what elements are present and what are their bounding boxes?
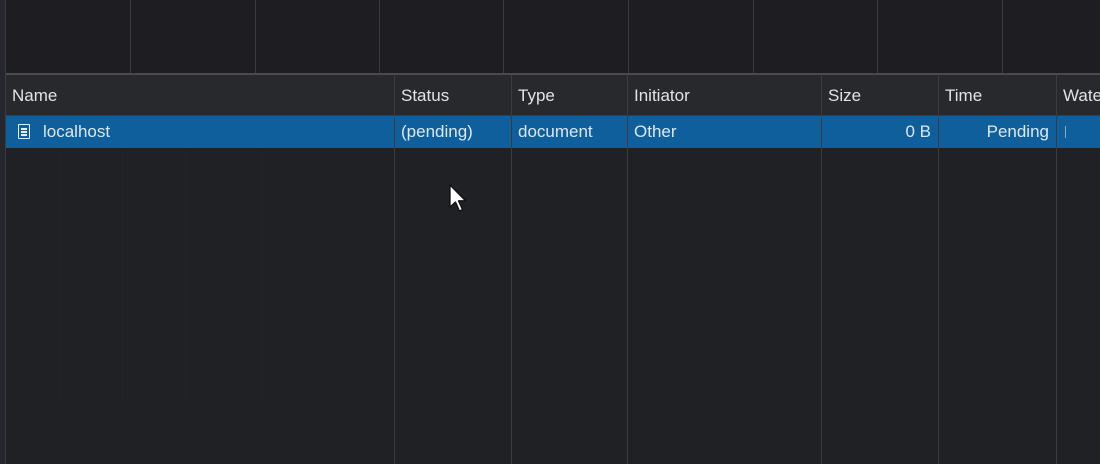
overview-gridline xyxy=(753,0,754,73)
column-header-time[interactable]: Time xyxy=(939,75,1056,115)
column-header-waterfall[interactable]: Wate xyxy=(1057,75,1100,115)
mouse-cursor-icon xyxy=(449,184,467,212)
column-divider[interactable] xyxy=(627,75,628,464)
column-header-name[interactable]: Name xyxy=(6,75,394,115)
column-divider[interactable] xyxy=(394,75,395,464)
overview-gridline xyxy=(628,0,629,73)
request-name[interactable]: localhost xyxy=(37,116,394,148)
overview-gridline xyxy=(1002,0,1003,73)
empty-area-line xyxy=(122,150,123,400)
overview-gridline xyxy=(877,0,878,73)
column-divider[interactable] xyxy=(938,75,939,464)
request-initiator: Other xyxy=(634,122,677,141)
request-table-header: Name Status Type Initiator Size Time Wat… xyxy=(6,75,1100,116)
overview-gridline xyxy=(255,0,256,73)
table-row[interactable]: localhost (pending) document Other 0 B P… xyxy=(6,116,1100,148)
column-header-size[interactable]: Size xyxy=(822,75,938,115)
network-panel: Name Status Type Initiator Size Time Wat… xyxy=(0,0,1100,464)
request-type: document xyxy=(518,122,593,141)
overview-gridline xyxy=(379,0,380,73)
request-status: (pending) xyxy=(401,122,473,141)
request-size: 0 B xyxy=(905,122,931,141)
document-icon xyxy=(18,124,30,139)
column-header-type[interactable]: Type xyxy=(512,75,628,115)
overview-gridline xyxy=(130,0,131,73)
column-divider[interactable] xyxy=(821,75,822,464)
empty-area-line xyxy=(60,150,61,400)
overview-gridline xyxy=(503,0,504,73)
waterfall-bar xyxy=(1065,126,1066,138)
empty-area-line xyxy=(185,150,186,400)
column-divider[interactable] xyxy=(511,75,512,464)
request-time: Pending xyxy=(986,122,1049,141)
column-header-status[interactable]: Status xyxy=(395,75,511,115)
column-divider[interactable] xyxy=(1056,75,1057,464)
network-overview-strip[interactable] xyxy=(6,0,1100,75)
empty-area-line xyxy=(262,150,263,400)
column-header-initiator[interactable]: Initiator xyxy=(628,75,821,115)
